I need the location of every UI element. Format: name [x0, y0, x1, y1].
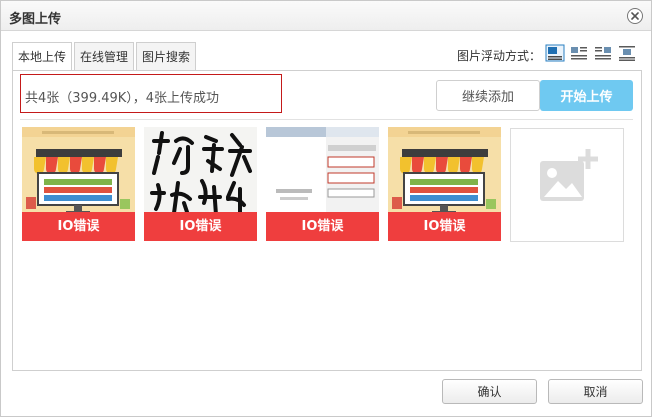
float-mode-options [545, 44, 637, 62]
tab-image-search[interactable]: 图片搜索 [136, 42, 197, 71]
queued-image[interactable]: IO错误 [266, 127, 379, 241]
add-image-tile[interactable] [510, 128, 624, 242]
upload-error-label: IO错误 [144, 212, 257, 241]
align-right-icon[interactable] [593, 44, 613, 62]
tab-online-manage[interactable]: 在线管理 [74, 42, 135, 71]
add-image-icon [540, 149, 598, 201]
upload-panel: 共4张（399.49K），4张上传成功 继续添加 开始上传 IO错误 IO错误 … [12, 70, 642, 371]
align-center-icon[interactable] [617, 44, 637, 62]
close-icon [631, 12, 639, 20]
align-left-icon[interactable] [569, 44, 589, 62]
dialog-titlebar: 多图上传 [1, 1, 651, 31]
upload-status-box: 共4张（399.49K），4张上传成功 [20, 74, 282, 113]
float-mode-label: 图片浮动方式： [457, 49, 542, 63]
continue-add-button[interactable]: 继续添加 [436, 80, 540, 111]
queued-image[interactable]: IO错误 [22, 127, 135, 241]
tab-local-upload[interactable]: 本地上传 [12, 42, 73, 72]
confirm-button[interactable]: 确认 [442, 379, 537, 404]
close-button[interactable] [627, 8, 643, 24]
upload-error-label: IO错误 [22, 212, 135, 241]
upload-error-label: IO错误 [388, 212, 501, 241]
queued-image[interactable]: IO错误 [388, 127, 501, 241]
upload-status-text: 共4张（399.49K），4张上传成功 [25, 91, 220, 106]
tab-bar: 本地上传 在线管理 图片搜索 [12, 42, 198, 72]
upload-error-label: IO错误 [266, 212, 379, 241]
panel-divider [20, 119, 633, 120]
align-none-icon[interactable] [545, 44, 565, 62]
dialog-title: 多图上传 [9, 12, 62, 27]
cancel-button[interactable]: 取消 [548, 379, 643, 404]
multi-image-upload-dialog: 多图上传 本地上传 在线管理 图片搜索 图片浮动方式： 共4张（399.49K）… [0, 0, 652, 417]
start-upload-button[interactable]: 开始上传 [540, 80, 633, 111]
queued-image[interactable]: IO错误 [144, 127, 257, 241]
